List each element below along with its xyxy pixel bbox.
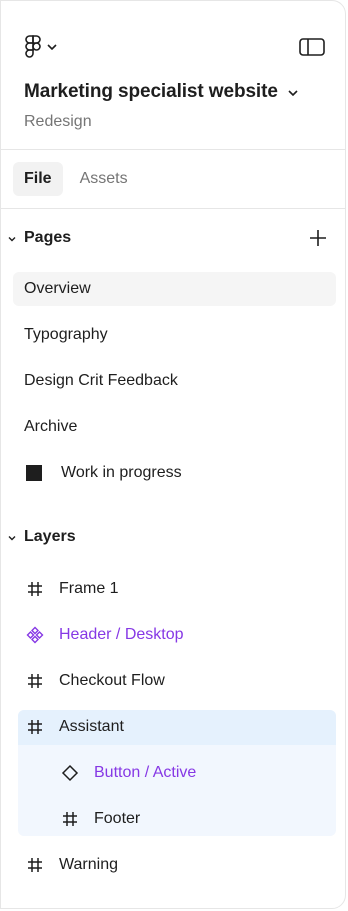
layers-section-header: Layers [1, 522, 345, 552]
layer-item-button-active[interactable]: Button / Active [18, 756, 336, 790]
page-item-typography[interactable]: Typography [13, 318, 336, 352]
layer-item-frame-1[interactable]: Frame 1 [18, 572, 336, 606]
plus-icon [307, 230, 329, 253]
chevron-down-icon [8, 528, 16, 546]
top-bar [1, 25, 345, 69]
page-item-label: Work in progress [61, 464, 182, 481]
file-name-menu[interactable]: Marketing specialist website [24, 81, 298, 103]
layer-item-label: Frame 1 [59, 580, 119, 597]
frame-icon [24, 578, 46, 600]
page-item-label: Typography [24, 326, 108, 343]
tab-file[interactable]: File [13, 162, 63, 196]
layer-item-label: Warning [59, 856, 118, 873]
frame-icon [24, 716, 46, 738]
sidebar-panel-icon [299, 38, 325, 60]
page-item-label: Archive [24, 418, 78, 435]
frame-icon [24, 670, 46, 692]
layer-item-footer[interactable]: Footer [18, 802, 336, 836]
layer-item-assistant[interactable]: Assistant [18, 710, 336, 744]
instance-icon [59, 762, 81, 784]
page-item-work-in-progress[interactable]: Work in progress [13, 456, 336, 490]
layers-collapse-toggle[interactable]: Layers [8, 522, 76, 552]
chevron-down-icon [288, 83, 298, 101]
layer-item-label: Assistant [59, 718, 124, 735]
page-item-label: Design Crit Feedback [24, 372, 178, 389]
page-item-overview[interactable]: Overview [13, 272, 336, 306]
toggle-sidebar-button[interactable] [299, 38, 325, 61]
layer-item-label: Footer [94, 810, 141, 827]
divider [1, 149, 345, 150]
page-item-design-crit-feedback[interactable]: Design Crit Feedback [13, 364, 336, 398]
file-title: Marketing specialist website [24, 81, 278, 102]
chevron-down-icon [8, 229, 16, 247]
page-item-label: Overview [24, 280, 91, 297]
figma-logo-icon [25, 35, 41, 59]
page-item-archive[interactable]: Archive [13, 410, 336, 444]
layer-item-warning[interactable]: Warning [18, 848, 336, 882]
layer-item-label: Checkout Flow [59, 672, 165, 689]
file-subtitle: Redesign [24, 113, 92, 130]
layers-title: Layers [24, 528, 76, 545]
component-icon [24, 624, 46, 646]
tab-assets[interactable]: Assets [69, 162, 139, 196]
frame-icon [59, 808, 81, 830]
layer-item-label: Button / Active [94, 764, 197, 781]
main-menu-button[interactable] [25, 35, 57, 59]
chevron-down-icon [47, 44, 57, 50]
layers-panel: Marketing specialist website Redesign Fi… [0, 0, 346, 909]
layer-item-checkout-flow[interactable]: Checkout Flow [18, 664, 336, 698]
pages-title: Pages [24, 229, 72, 246]
divider [1, 208, 345, 209]
pages-collapse-toggle[interactable]: Pages [8, 223, 71, 253]
layer-item-label: Header / Desktop [59, 626, 184, 643]
add-page-button[interactable] [307, 227, 329, 249]
pages-section-header: Pages [1, 223, 345, 253]
black-square-icon [26, 462, 48, 484]
panel-tabs: File Assets [13, 162, 139, 196]
frame-icon [24, 854, 46, 876]
layer-item-header-desktop[interactable]: Header / Desktop [18, 618, 336, 652]
